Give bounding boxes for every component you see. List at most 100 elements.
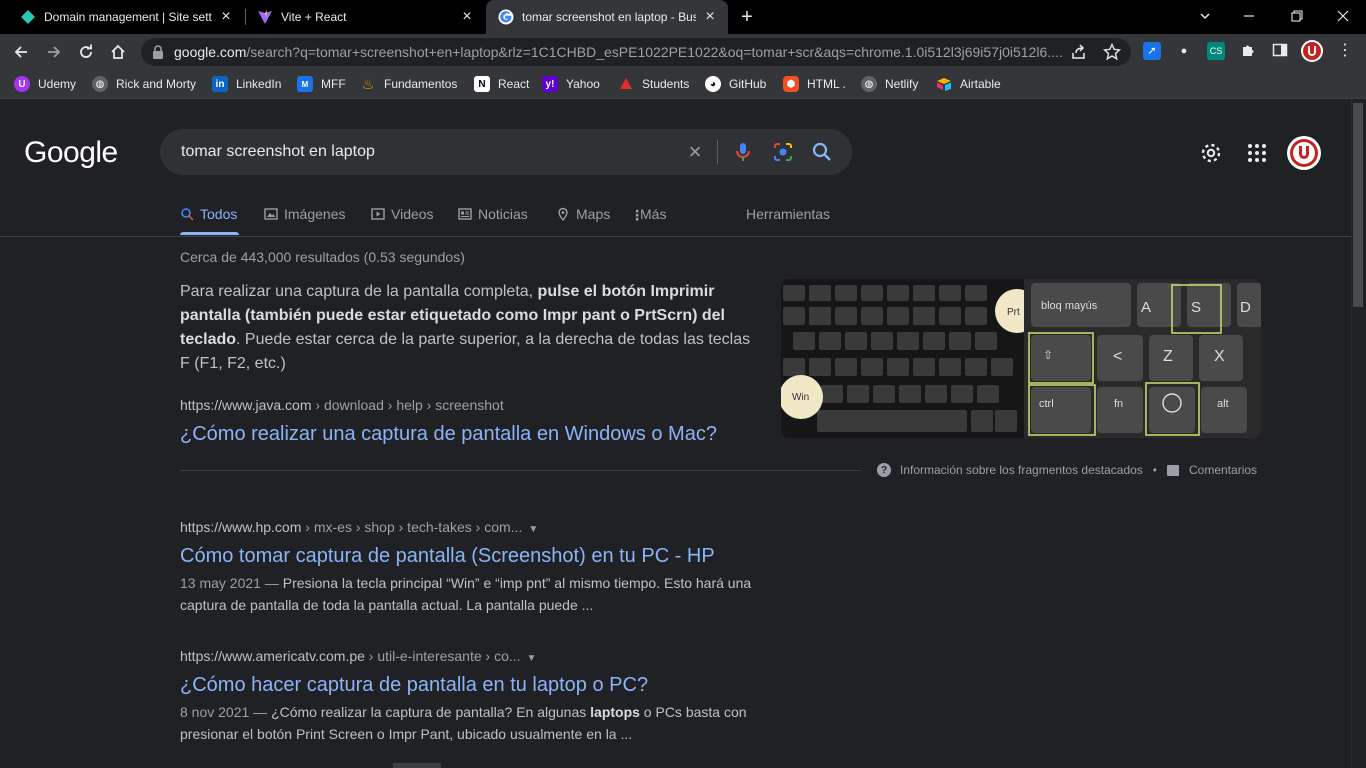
tab-noticias[interactable]: Noticias — [458, 204, 528, 224]
home-button[interactable] — [106, 40, 130, 64]
browser-tab-google-search[interactable]: tomar screenshot en laptop - Busc × — [486, 0, 728, 34]
bookmark-label: Fundamentos — [384, 77, 458, 91]
cite-host: https://www.java.com — [180, 397, 312, 413]
reload-button[interactable] — [74, 40, 98, 64]
search-icon[interactable] — [810, 140, 834, 164]
side-panel-icon[interactable] — [1271, 42, 1289, 60]
bookmark-rick-and-morty[interactable]: ◍ Rick and Morty — [92, 75, 196, 93]
result-menu-chevron-icon[interactable]: ▼ — [527, 653, 537, 664]
close-tab-icon[interactable]: × — [218, 9, 234, 25]
bookmark-github[interactable]: ◕ GitHub — [705, 75, 766, 93]
bookmark-airtable[interactable]: Airtable — [936, 75, 1001, 93]
profile-avatar-icon[interactable] — [1301, 40, 1323, 62]
google-logo[interactable]: Google — [24, 136, 118, 170]
video-icon — [371, 208, 385, 220]
restore-icon[interactable] — [1286, 6, 1308, 28]
extension-arrow-icon[interactable]: ➚ — [1143, 42, 1161, 60]
feedback-link[interactable]: Comentarios — [1189, 463, 1257, 477]
camera-lens-icon[interactable] — [771, 140, 795, 164]
bookmark-fundamentos[interactable]: ♨ Fundamentos — [360, 75, 458, 93]
bookmark-react[interactable]: N React — [474, 75, 529, 93]
result-date: 13 may 2021 — — [180, 575, 283, 591]
extensions-puzzle-icon[interactable] — [1239, 42, 1257, 60]
close-window-icon[interactable] — [1332, 6, 1354, 28]
apps-grid-icon[interactable] — [1245, 141, 1269, 165]
tab-label: Videos — [391, 206, 434, 222]
address-bar[interactable]: google.com/search?q=tomar+screenshot+en+… — [141, 38, 1131, 66]
clear-search-icon[interactable]: × — [683, 140, 707, 164]
minimize-icon[interactable] — [1238, 6, 1260, 28]
result-description: 8 nov 2021 — ¿Cómo realizar la captura d… — [180, 701, 760, 745]
horizontal-scroll-hint — [393, 763, 441, 768]
bloq-key-label: bloq mayús — [1041, 300, 1098, 312]
active-tab-indicator — [180, 232, 239, 235]
browser-tab-vite-react[interactable]: Vite + React × — [237, 0, 485, 34]
tab-label: Más — [640, 206, 667, 222]
about-featured-snippets-link[interactable]: Información sobre los fragmentos destaca… — [900, 463, 1143, 477]
tab-search-chevron-icon[interactable] — [1194, 6, 1216, 28]
bookmark-star-icon[interactable] — [1102, 42, 1122, 66]
tools-button[interactable]: Herramientas — [746, 204, 830, 224]
browser-tab-domain-management[interactable]: Domain management | Site setting × — [0, 0, 244, 34]
bookmark-linkedin[interactable]: in LinkedIn — [212, 75, 281, 93]
lock-icon[interactable] — [152, 45, 164, 64]
result-cite[interactable]: https://www.americatv.com.pe › util-e-in… — [180, 648, 536, 664]
forward-button[interactable] — [42, 40, 66, 64]
close-tab-icon[interactable]: × — [459, 9, 475, 25]
extension-chat-icon[interactable]: ● — [1175, 42, 1193, 60]
extension-cs-icon[interactable]: CS — [1207, 42, 1225, 60]
result-menu-chevron-icon[interactable]: ▼ — [528, 524, 538, 535]
d-key-label: D — [1240, 299, 1251, 316]
bookmark-mff[interactable]: M MFF — [297, 75, 346, 93]
settings-gear-icon[interactable] — [1199, 141, 1223, 165]
lt-key-label: < — [1113, 348, 1122, 365]
browser-menu-icon[interactable]: ⋮ — [1336, 42, 1354, 60]
a-key-label: A — [1141, 299, 1151, 316]
globe-icon: ◍ — [92, 76, 108, 92]
account-avatar[interactable] — [1287, 136, 1321, 170]
bookmark-yahoo[interactable]: y! Yahoo — [542, 75, 600, 93]
featured-cite[interactable]: https://www.java.com › download › help ›… — [180, 397, 504, 413]
tab-label: Imágenes — [284, 206, 346, 222]
tab-maps[interactable]: Maps — [556, 204, 610, 224]
scrollbar-thumb[interactable] — [1353, 103, 1363, 307]
url-text[interactable]: google.com/search?q=tomar+screenshot+en+… — [174, 38, 1064, 66]
new-tab-button[interactable]: + — [737, 7, 757, 27]
bookmark-netlify[interactable]: ◍ Netlify — [861, 75, 918, 93]
tab-title: Domain management | Site setting — [44, 10, 212, 24]
share-icon[interactable] — [1071, 44, 1087, 65]
tab-title: Vite + React — [281, 10, 347, 24]
tab-imagenes[interactable]: Imágenes — [264, 204, 345, 224]
mff-icon: M — [297, 76, 313, 92]
x-key-label: X — [1214, 348, 1225, 365]
back-button[interactable] — [9, 40, 33, 64]
search-box[interactable]: tomar screenshot en laptop × — [160, 129, 852, 175]
udemy-icon: U — [14, 76, 30, 92]
news-icon — [458, 208, 472, 220]
result-title-link[interactable]: Cómo tomar captura de pantalla (Screensh… — [180, 545, 715, 568]
bookmark-label: Yahoo — [566, 77, 600, 91]
microphone-icon[interactable] — [731, 140, 755, 164]
featured-snippet-text: Para realizar una captura de la pantalla… — [180, 280, 760, 376]
image-icon — [264, 208, 278, 220]
tab-videos[interactable]: Videos — [371, 204, 434, 224]
bookmark-html[interactable]: ⬢ HTML . — [783, 75, 846, 93]
bookmark-label: Airtable — [960, 77, 1001, 91]
featured-snippet-image[interactable]: Prt Win bloq mayús A S D ⇧ < Z X ctrl fn… — [781, 279, 1261, 438]
close-tab-icon[interactable]: × — [702, 9, 718, 25]
tab-mas[interactable]: ⋮ Más — [630, 204, 666, 224]
search-input[interactable]: tomar screenshot en laptop — [181, 129, 375, 175]
tab-todos[interactable]: Todos — [180, 204, 237, 224]
search-tabs-row: Todos Imágenes Videos Noticias Maps ⋮ Má… — [0, 196, 1351, 237]
help-circle-icon[interactable]: ? — [877, 463, 891, 477]
bookmark-students[interactable]: Students — [618, 75, 689, 93]
result-cite[interactable]: https://www.hp.com › mx-es › shop › tech… — [180, 519, 538, 535]
featured-result-title-link[interactable]: ¿Cómo realizar una captura de pantalla e… — [180, 423, 717, 446]
fn-key-label: fn — [1114, 398, 1123, 410]
search-divider — [717, 140, 718, 164]
browser-tab-strip: Domain management | Site setting × Vite … — [0, 0, 1366, 34]
bookmark-udemy[interactable]: U Udemy — [14, 75, 76, 93]
result-title-link[interactable]: ¿Cómo hacer captura de pantalla en tu la… — [180, 674, 648, 697]
feedback-icon[interactable] — [1167, 464, 1179, 476]
vite-icon — [257, 9, 273, 25]
